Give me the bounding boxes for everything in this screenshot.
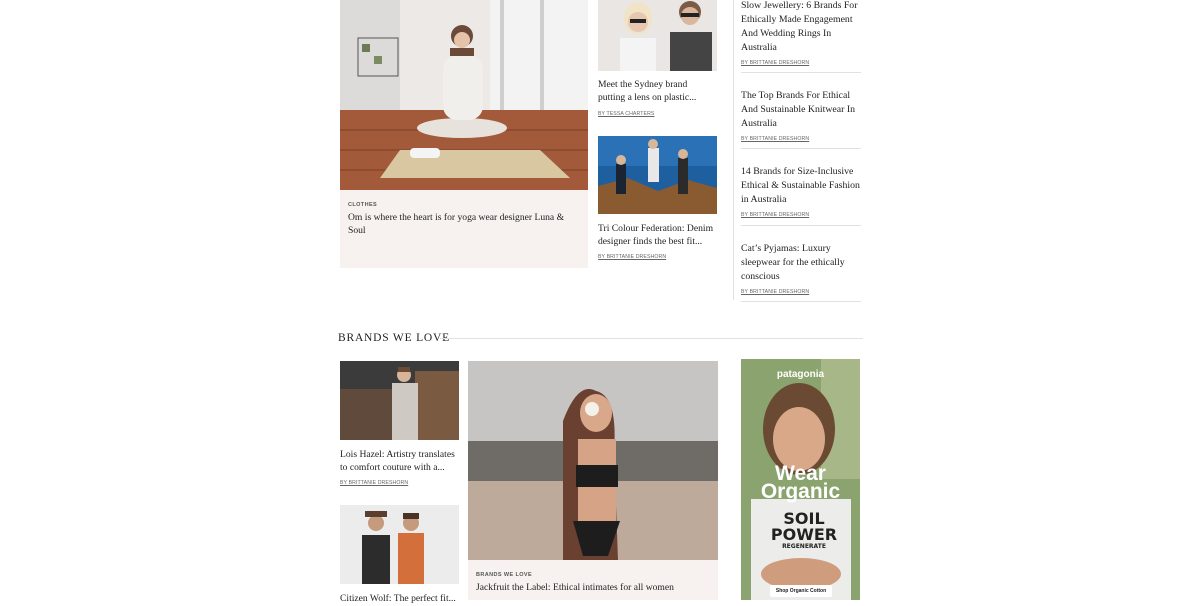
article-image[interactable] bbox=[598, 136, 717, 214]
section-heading-rule bbox=[440, 338, 863, 339]
ad-cta-button[interactable]: Shop Organic Cotton bbox=[770, 585, 832, 597]
article-byline[interactable]: BY TESSA CHARTERS bbox=[598, 111, 654, 117]
article-card[interactable]: Meet the Sydney brand putting a lens on … bbox=[598, 0, 718, 120]
ad-headline: Wear Organic bbox=[741, 463, 860, 503]
article-byline[interactable]: BY BRITTANIE DRESHORN bbox=[598, 254, 666, 260]
article-title[interactable]: Lois Hazel: Artistry translates to comfo… bbox=[340, 449, 458, 474]
featured-article-title[interactable]: Om is where the heart is for yoga wear d… bbox=[348, 212, 584, 237]
sidebar-divider-line bbox=[741, 72, 861, 73]
ad-brand-logo: patagonia bbox=[776, 369, 825, 380]
sidebar-article-byline[interactable]: BY BRITTANIE DRESHORN bbox=[741, 136, 861, 142]
sidebar-article-title[interactable]: The Top Brands For Ethical And Sustainab… bbox=[741, 89, 861, 131]
ad-shirt-print: SOIL POWER REGENERATE bbox=[759, 511, 849, 551]
article-card[interactable]: Lois Hazel: Artistry translates to comfo… bbox=[340, 361, 460, 491]
sidebar-article-byline[interactable]: BY BRITTANIE DRESHORN bbox=[741, 60, 861, 66]
featured-article-category[interactable]: CLOTHES bbox=[348, 202, 377, 208]
sidebar-article-byline[interactable]: BY BRITTANIE DRESHORN bbox=[741, 289, 861, 295]
sidebar-article-title[interactable]: 14 Brands for Size-Inclusive Ethical & S… bbox=[741, 165, 861, 207]
article-image[interactable] bbox=[598, 0, 717, 71]
article-card[interactable]: Tri Colour Federation: Denim designer fi… bbox=[598, 136, 718, 266]
sidebar-divider-line bbox=[741, 148, 861, 149]
sidebar-divider-line bbox=[741, 301, 861, 302]
featured-article-image[interactable] bbox=[340, 0, 588, 190]
article-card[interactable]: Citizen Wolf: The perfect fit... bbox=[340, 505, 460, 604]
article-title[interactable]: Citizen Wolf: The perfect fit... bbox=[340, 593, 458, 606]
brands-featured-category[interactable]: BRANDS WE LOVE bbox=[476, 572, 532, 578]
sidebar-list-item[interactable]: The Top Brands For Ethical And Sustainab… bbox=[741, 89, 861, 142]
sidebar-article-byline[interactable]: BY BRITTANIE DRESHORN bbox=[741, 212, 861, 218]
sidebar-list-item[interactable]: 14 Brands for Size-Inclusive Ethical & S… bbox=[741, 165, 861, 218]
sidebar-list-item[interactable]: Cat’s Pyjamas: Luxury sleepwear for the … bbox=[741, 242, 861, 295]
article-image[interactable] bbox=[340, 361, 459, 440]
article-byline[interactable]: BY BRITTANIE DRESHORN bbox=[340, 480, 408, 486]
sidebar-article-title[interactable]: Cat’s Pyjamas: Luxury sleepwear for the … bbox=[741, 242, 861, 284]
section-heading: BRANDS WE LOVE bbox=[338, 332, 450, 344]
sidebar-divider bbox=[733, 0, 734, 300]
sidebar-divider-line bbox=[741, 225, 861, 226]
brands-featured-title[interactable]: Jackfruit the Label: Ethical intimates f… bbox=[476, 582, 712, 595]
article-title[interactable]: Tri Colour Federation: Denim designer fi… bbox=[598, 223, 716, 248]
featured-article-card[interactable]: CLOTHES Om is where the heart is for yog… bbox=[340, 0, 588, 268]
advertisement[interactable]: patagonia Wear Organic SOIL POWER REGENE… bbox=[741, 359, 860, 600]
article-title[interactable]: Meet the Sydney brand putting a lens on … bbox=[598, 79, 716, 104]
ad-headline-line: Organic bbox=[760, 480, 841, 503]
ad-shirt-text: REGENERATE bbox=[782, 543, 826, 550]
sidebar-list-item[interactable]: Slow Jewellery: 6 Brands For Ethically M… bbox=[741, 0, 861, 66]
brands-featured-image[interactable] bbox=[468, 361, 718, 560]
ad-shirt-text: POWER bbox=[770, 525, 838, 544]
sidebar-article-title[interactable]: Slow Jewellery: 6 Brands For Ethically M… bbox=[741, 0, 861, 55]
brands-featured-card[interactable]: BRANDS WE LOVE Jackfruit the Label: Ethi… bbox=[468, 361, 718, 600]
article-image[interactable] bbox=[340, 505, 459, 584]
